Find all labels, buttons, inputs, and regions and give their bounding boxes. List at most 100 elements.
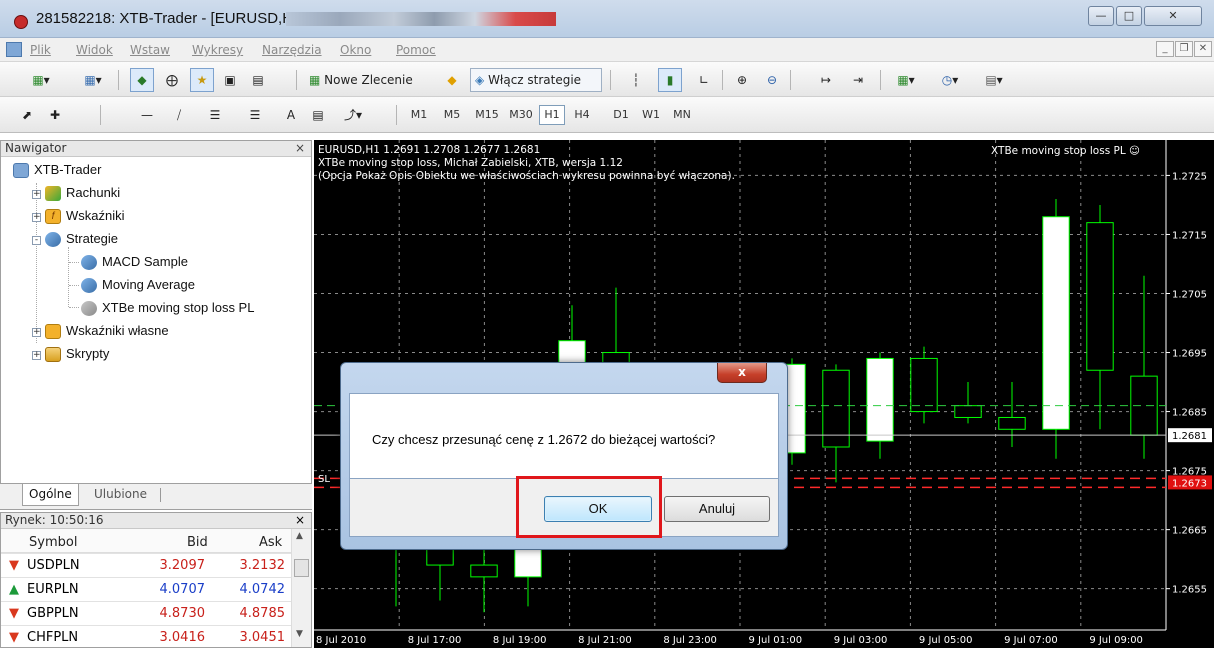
- menu-bar: Plik Widok Wstaw Wykresy Narzędzia Okno …: [0, 38, 1214, 62]
- market-row[interactable]: ▼ GBPPLN 4.8730 4.8785: [1, 601, 291, 625]
- dialog-close-button[interactable]: x: [717, 363, 767, 383]
- tree-line: [69, 285, 79, 286]
- collapse-strategies[interactable]: -: [32, 236, 41, 245]
- indicators-button[interactable]: ▦▾: [888, 68, 924, 92]
- expand-indicators[interactable]: +: [32, 213, 41, 222]
- navigator-close-button[interactable]: ×: [295, 141, 305, 155]
- scroll-thumb[interactable]: [294, 559, 309, 577]
- tf-mn[interactable]: MN: [668, 105, 696, 125]
- mdi-restore-button[interactable]: ❐: [1175, 41, 1193, 57]
- expand-custom-indicators[interactable]: +: [32, 328, 41, 337]
- arrows-icon[interactable]: ⤴▾: [336, 103, 370, 127]
- tree-item-label: Wskaźniki własne: [66, 323, 169, 338]
- market-bid: 4.8730: [159, 606, 206, 621]
- data-window-button[interactable]: ⨁: [160, 68, 184, 92]
- zoom-in-button[interactable]: ⊕: [730, 68, 754, 92]
- auto-scroll-button[interactable]: ↦: [814, 68, 838, 92]
- vertical-line-icon[interactable]: [100, 105, 101, 125]
- horizontal-line-icon[interactable]: —: [136, 103, 158, 127]
- separator: [722, 70, 723, 90]
- expand-accounts[interactable]: +: [32, 190, 41, 199]
- text-icon[interactable]: A: [280, 103, 302, 127]
- tf-d1[interactable]: D1: [608, 105, 634, 125]
- cursor-icon[interactable]: ⬈: [16, 103, 38, 127]
- tree-item-label: Wskaźniki: [66, 208, 125, 223]
- new-order-icon: ▦: [309, 73, 321, 87]
- scroll-down-icon[interactable]: ▼: [296, 629, 303, 639]
- tree-item-custom-indicators[interactable]: Wskaźniki własne: [45, 323, 169, 340]
- market-scrollbar[interactable]: ▲ ▼: [291, 529, 311, 647]
- menu-file[interactable]: Plik: [30, 43, 51, 57]
- tf-m1[interactable]: M1: [405, 105, 433, 125]
- market-row[interactable]: ▼ CHFPLN 3.0416 3.0451: [1, 625, 291, 649]
- scroll-up-icon[interactable]: ▲: [296, 531, 303, 541]
- trendline-icon[interactable]: ⧸: [168, 103, 190, 127]
- market-row[interactable]: ▲ EURPLN 4.0707 4.0742: [1, 577, 291, 601]
- fibonacci-icon[interactable]: ☰: [200, 103, 230, 127]
- market-row[interactable]: ▼ USDPLN 3.2097 3.2132: [1, 553, 291, 577]
- new-order-button[interactable]: ▦ Nowe Zlecenie: [304, 68, 434, 92]
- col-symbol[interactable]: Symbol: [29, 535, 77, 550]
- terminal-button[interactable]: ▣: [218, 68, 242, 92]
- navigator-button[interactable]: ★: [190, 68, 214, 92]
- zoom-out-button[interactable]: ⊖: [760, 68, 784, 92]
- channels-icon[interactable]: ☰: [240, 103, 270, 127]
- new-order-label: Nowe Zlecenie: [324, 73, 413, 87]
- mdi-close-button[interactable]: ✕: [1194, 41, 1212, 57]
- tree-item-macd[interactable]: MACD Sample: [81, 254, 188, 271]
- mdi-minimize-button[interactable]: _: [1156, 41, 1174, 57]
- candlestick-button[interactable]: ▮: [658, 68, 682, 92]
- tree-item-moving-average[interactable]: Moving Average: [81, 277, 195, 294]
- tf-h4[interactable]: H4: [569, 105, 595, 125]
- tf-w1[interactable]: W1: [638, 105, 664, 125]
- periods-button[interactable]: ◷▾: [932, 68, 968, 92]
- tree-item-xtbe[interactable]: XTBe moving stop loss PL: [81, 300, 254, 317]
- smiley-icon: ☺: [1129, 145, 1140, 157]
- tree-item-indicators[interactable]: f Wskaźniki: [45, 208, 125, 225]
- menu-tools[interactable]: Narzędzia: [262, 43, 322, 57]
- tf-m30[interactable]: M30: [505, 105, 537, 125]
- profiles-button[interactable]: ▦▾: [74, 68, 112, 92]
- bid-price-label: 1.2681: [1172, 431, 1207, 442]
- col-bid[interactable]: Bid: [187, 535, 208, 550]
- enable-strategies-button[interactable]: ◈ Włącz strategie: [470, 68, 602, 92]
- tree-item-strategies[interactable]: Strategie: [45, 231, 118, 248]
- text-label-icon[interactable]: ▤: [306, 103, 330, 127]
- menu-window[interactable]: Okno: [340, 43, 371, 57]
- cancel-button[interactable]: Anuluj: [664, 496, 770, 522]
- expand-scripts[interactable]: +: [32, 351, 41, 360]
- tab-favorites[interactable]: Ulubione: [88, 484, 153, 506]
- menu-view[interactable]: Widok: [76, 43, 113, 57]
- tree-item-accounts[interactable]: Rachunki: [45, 185, 120, 202]
- strategy-tester-button[interactable]: ▤: [246, 68, 270, 92]
- menu-insert[interactable]: Wstaw: [130, 43, 170, 57]
- tf-h1[interactable]: H1: [539, 105, 565, 125]
- templates-button[interactable]: ▤▾: [976, 68, 1012, 92]
- tree-root[interactable]: XTB-Trader: [13, 162, 101, 179]
- tf-m15[interactable]: M15: [471, 105, 503, 125]
- market-symbol: EURPLN: [27, 582, 79, 597]
- market-symbol: GBPPLN: [27, 606, 79, 621]
- tree-item-label: Moving Average: [102, 277, 195, 292]
- bar-chart-button[interactable]: ┆: [624, 68, 648, 92]
- close-window-button[interactable]: ✕: [1144, 6, 1202, 26]
- market-close-button[interactable]: ×: [295, 513, 305, 527]
- dialog-message: Czy chcesz przesunąć cenę z 1.2672 do bi…: [372, 432, 716, 447]
- crosshair-icon[interactable]: ✚: [44, 103, 66, 127]
- expert-icon: [81, 278, 97, 294]
- col-ask[interactable]: Ask: [259, 535, 282, 550]
- expert-disabled-icon: [81, 301, 97, 317]
- market-watch-button[interactable]: ◆: [130, 68, 154, 92]
- y-tick-label: 1.2665: [1172, 526, 1207, 537]
- chart-shift-button[interactable]: ⇥: [846, 68, 870, 92]
- tf-m5[interactable]: M5: [438, 105, 466, 125]
- maximize-button[interactable]: □: [1116, 6, 1142, 26]
- tree-item-scripts[interactable]: Skrypty: [45, 346, 109, 363]
- menu-help[interactable]: Pomoc: [396, 43, 436, 57]
- minimize-button[interactable]: —: [1088, 6, 1114, 26]
- line-chart-button[interactable]: ∟: [692, 68, 716, 92]
- new-chart-button[interactable]: ▦▾: [22, 68, 60, 92]
- menu-charts[interactable]: Wykresy: [192, 43, 243, 57]
- dialog-body: Czy chcesz przesunąć cenę z 1.2672 do bi…: [349, 393, 779, 479]
- tab-general[interactable]: Ogólne: [22, 484, 79, 506]
